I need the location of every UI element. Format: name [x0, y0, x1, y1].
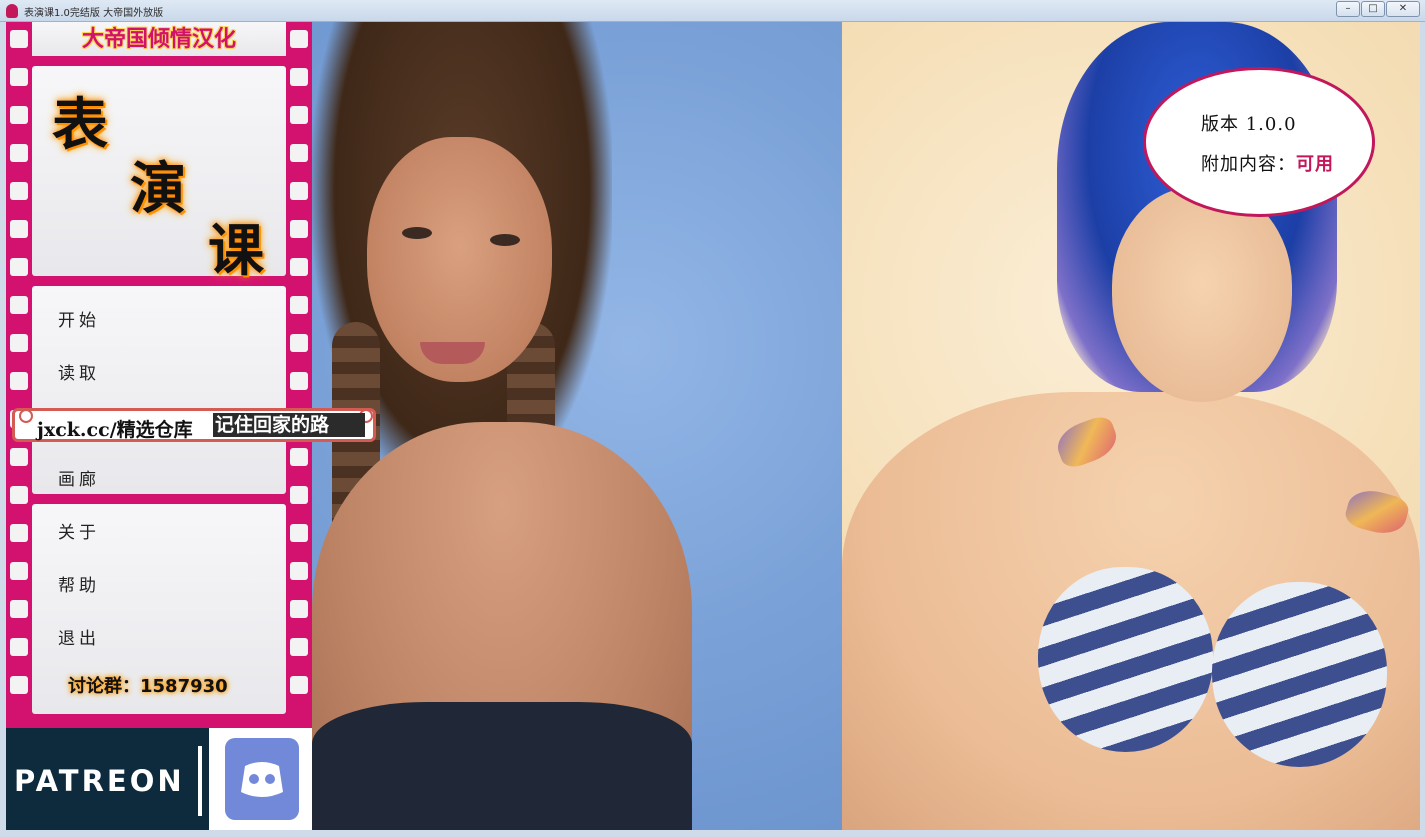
watermark-ribbon: jxck.cc/精选仓库 记住回家的路	[12, 408, 376, 442]
patreon-button[interactable]: PATREON	[6, 728, 209, 830]
character-eye	[402, 227, 432, 239]
film-hole	[10, 296, 28, 314]
film-hole	[290, 562, 308, 580]
character-eye	[490, 234, 520, 246]
film-hole	[10, 182, 28, 200]
film-hole	[10, 600, 28, 618]
character-bikini	[1038, 567, 1213, 752]
discord-icon	[225, 738, 299, 820]
menu-start-button[interactable]: 开始	[58, 306, 100, 331]
dlc-label: 附加内容：	[1201, 154, 1296, 175]
film-hole	[10, 106, 28, 124]
pin-icon	[19, 409, 33, 423]
character-illustration-left	[312, 22, 842, 830]
film-hole	[10, 220, 28, 238]
film-hole	[290, 182, 308, 200]
film-hole	[290, 68, 308, 86]
film-hole	[290, 372, 308, 390]
film-hole	[290, 524, 308, 542]
film-hole	[10, 524, 28, 542]
film-hole	[290, 144, 308, 162]
film-hole	[10, 144, 28, 162]
dlc-line: 附加内容：可用	[1201, 150, 1334, 176]
version-label: 版本 1.0.0	[1201, 114, 1297, 135]
film-hole	[290, 638, 308, 656]
game-logo-frame: 表 演 课	[32, 66, 286, 284]
watermark-highlight: 记住回家的路	[213, 413, 365, 437]
film-hole	[290, 676, 308, 694]
maximize-button[interactable]: □	[1361, 1, 1385, 17]
film-hole	[290, 30, 308, 48]
character-dress	[312, 702, 692, 830]
menu-about-button[interactable]: 关于	[58, 518, 100, 543]
film-hole	[10, 486, 28, 504]
discord-button[interactable]	[209, 728, 312, 830]
minimize-button[interactable]: –	[1336, 1, 1360, 17]
film-hole	[10, 30, 28, 48]
menu-load-button[interactable]: 读取	[58, 359, 100, 384]
menu-help-button[interactable]: 帮助	[58, 571, 100, 596]
character-bikini	[1212, 582, 1387, 767]
game-logo-char: 演	[130, 156, 186, 222]
app-icon	[6, 4, 18, 18]
film-hole	[290, 106, 308, 124]
film-hole	[10, 562, 28, 580]
film-hole	[10, 68, 28, 86]
menu-quit-button[interactable]: 退出	[58, 624, 100, 649]
film-hole	[10, 676, 28, 694]
film-hole	[10, 258, 28, 276]
watermark-text: jxck.cc/精选仓库	[37, 419, 193, 441]
window-titlebar[interactable]: 表演课1.0完结版 大帝国外放版 – □ ✕	[0, 0, 1425, 22]
film-strip-menu: 大帝国倾情汉化 表 演 课 开始 读取 画廊 关于 帮助 退出 讨论群：1587…	[6, 22, 312, 728]
character-face	[1112, 187, 1292, 402]
film-hole	[290, 486, 308, 504]
patreon-label: PATREON	[14, 764, 185, 798]
game-logo-char: 课	[208, 218, 264, 284]
discussion-group-label: 讨论群：1587930	[68, 676, 228, 697]
patreon-separator	[198, 746, 202, 816]
menu-gallery-button[interactable]: 画廊	[58, 465, 100, 490]
close-button[interactable]: ✕	[1386, 1, 1420, 17]
film-hole	[10, 372, 28, 390]
film-hole	[10, 334, 28, 352]
film-hole	[10, 638, 28, 656]
film-hole	[10, 448, 28, 466]
film-hole	[290, 296, 308, 314]
window-title: 表演课1.0完结版 大帝国外放版	[24, 8, 164, 19]
game-logo-char: 表	[52, 92, 108, 158]
film-hole	[290, 448, 308, 466]
film-hole	[290, 600, 308, 618]
game-client-area: 大帝国倾情汉化 表 演 课 开始 读取 画廊 关于 帮助 退出 讨论群：1587…	[6, 22, 1420, 830]
dlc-status: 可用	[1296, 154, 1334, 175]
translator-banner: 大帝国倾情汉化	[32, 22, 286, 56]
film-hole	[290, 334, 308, 352]
version-info-bubble: 版本 1.0.0 附加内容：可用	[1143, 67, 1375, 217]
film-hole	[290, 258, 308, 276]
film-hole	[290, 220, 308, 238]
